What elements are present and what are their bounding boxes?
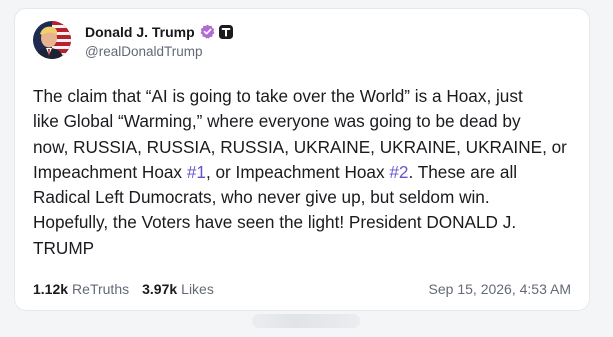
post-text-segment: Radical Left Dumocrats, who never give u… (33, 187, 490, 208)
author-block: Donald J. Trump @realDonaldTrump (85, 22, 233, 59)
post-text-line: TRUMP (33, 236, 581, 261)
post-text-segment: , or Impeachment Hoax (205, 161, 390, 182)
post-text-line: The claim that “AI is going to take over… (33, 84, 581, 109)
post-text-segment: TRUMP (33, 237, 95, 258)
post-card[interactable]: Donald J. Trump @realDonaldTrump The cla… (14, 8, 590, 311)
post-text-segment: now, RUSSIA, RUSSIA, RUSSIA, UKRAINE, UK… (33, 136, 567, 157)
likes-label: Likes (181, 281, 214, 297)
post-text-line: Radical Left Dumocrats, who never give u… (33, 185, 581, 210)
likes-stat[interactable]: 3.97k Likes (142, 281, 214, 297)
avatar-image (33, 21, 71, 59)
post-body-text: The claim that “AI is going to take over… (33, 84, 581, 261)
post-text-line: like Global “Warming,” where everyone wa… (33, 109, 581, 134)
post-text-segment: Hopefully, the Voters have seen the ligh… (33, 212, 517, 233)
retruths-label: ReTruths (72, 281, 130, 297)
post-text-line: now, RUSSIA, RUSSIA, RUSSIA, UKRAINE, UK… (33, 135, 581, 160)
truth-social-icon (218, 24, 233, 39)
post-text-segment: . These are all (408, 161, 518, 182)
avatar[interactable] (33, 21, 71, 59)
hashtag-link[interactable]: #1 (187, 162, 206, 182)
post-text-line: Hopefully, the Voters have seen the ligh… (33, 210, 581, 235)
name-row: Donald J. Trump (85, 22, 233, 42)
hashtag-link[interactable]: #2 (389, 162, 408, 182)
author-display-name[interactable]: Donald J. Trump (85, 24, 195, 40)
author-handle[interactable]: @realDonaldTrump (85, 44, 233, 59)
post-text-segment: The claim that “AI is going to take over… (33, 86, 523, 106)
post-text-line: Impeachment Hoax #1, or Impeachment Hoax… (33, 160, 581, 185)
likes-count: 3.97k (142, 281, 178, 297)
post-timestamp[interactable]: Sep 15, 2026, 4:53 AM (429, 281, 571, 297)
blurred-watermark (252, 314, 360, 328)
post-text-segment: Impeachment Hoax (33, 161, 187, 182)
retruths-stat[interactable]: 1.12k ReTruths (33, 281, 129, 297)
post-header: Donald J. Trump @realDonaldTrump (33, 21, 233, 59)
post-text-segment: like Global “Warming,” where everyone wa… (33, 111, 521, 132)
verified-badge-icon (200, 24, 215, 39)
post-footer: 1.12k ReTruths 3.97k Likes Sep 15, 2026,… (33, 281, 571, 297)
retruths-count: 1.12k (33, 281, 69, 297)
